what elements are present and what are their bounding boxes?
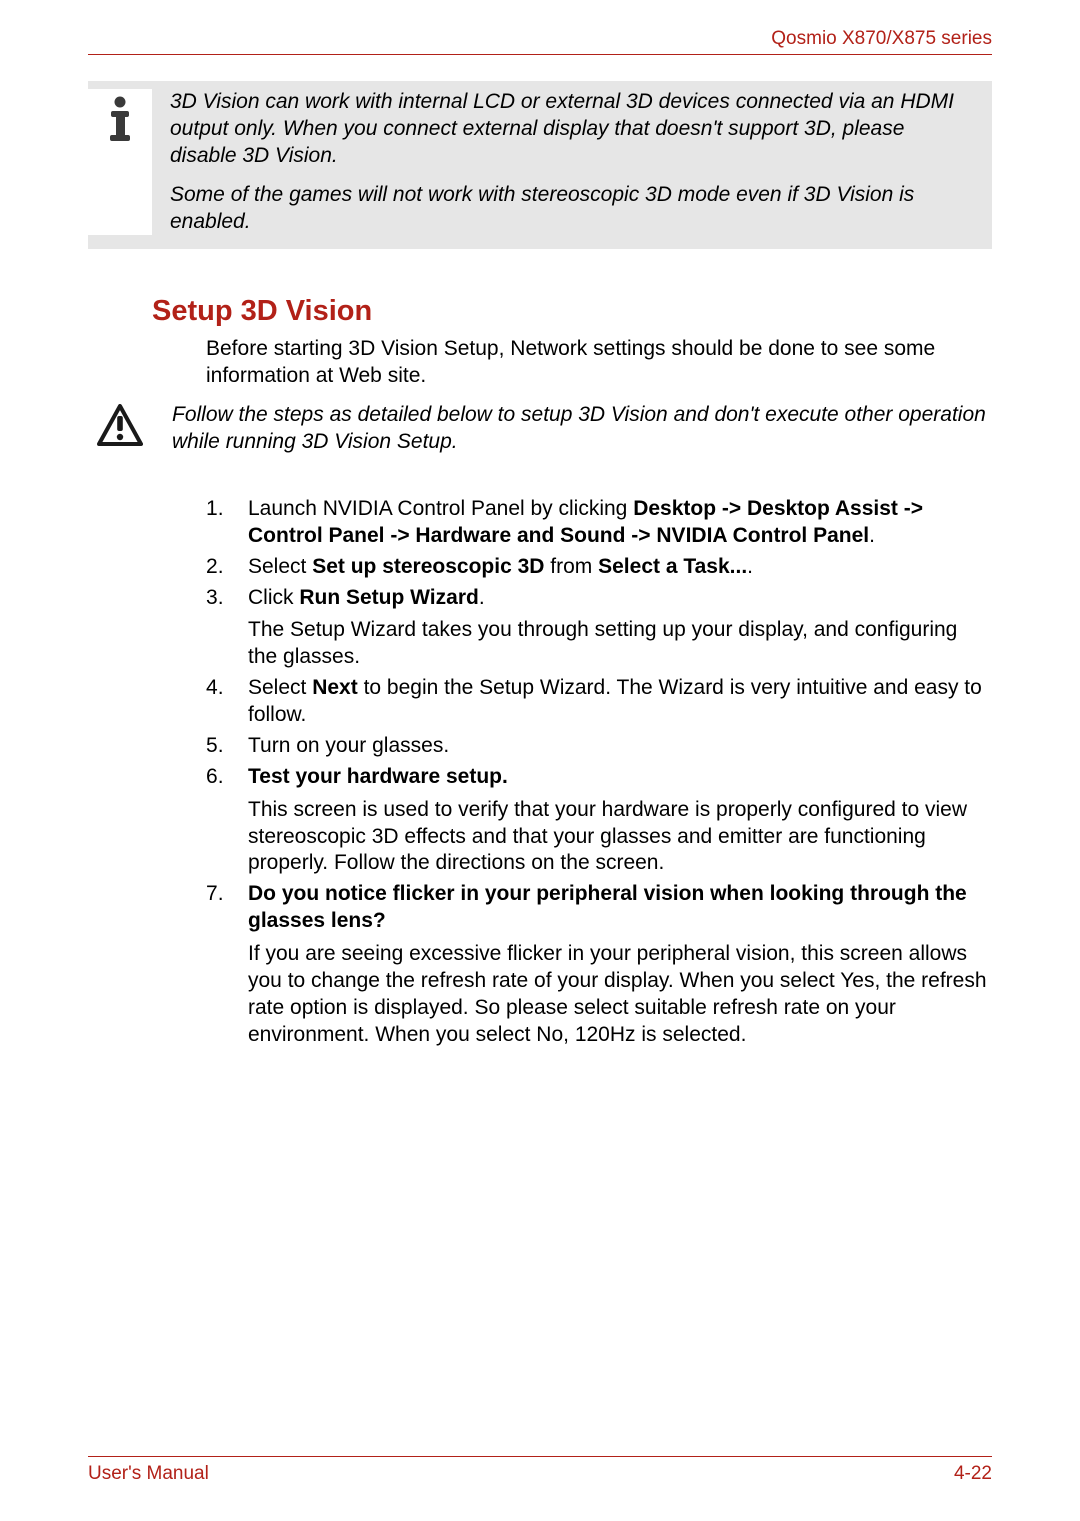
step-7-bold: Do you notice flicker in your peripheral…	[248, 882, 967, 932]
step-1-a: Launch NVIDIA Control Panel by clicking	[248, 497, 633, 520]
step-3-sub: The Setup Wizard takes you through setti…	[248, 617, 992, 671]
step-2-e: .	[747, 555, 753, 578]
note-block: 3D Vision can work with internal LCD or …	[88, 81, 992, 249]
header-rule	[88, 54, 992, 55]
step-4: Select Next to begin the Setup Wizard. T…	[206, 675, 992, 729]
step-6-sub: This screen is used to verify that your …	[248, 797, 992, 878]
step-2-c: from	[544, 555, 598, 578]
info-icon-cell	[88, 89, 152, 235]
page-footer: User's Manual 4-22	[88, 1456, 992, 1485]
step-3-a: Click	[248, 586, 299, 609]
step-4-a: Select	[248, 676, 312, 699]
step-1-c: .	[869, 524, 875, 547]
footer-left: User's Manual	[88, 1463, 209, 1485]
caution-icon-cell	[88, 402, 152, 446]
step-7: Do you notice flicker in your peripheral…	[206, 881, 992, 1048]
section-intro: Before starting 3D Vision Setup, Network…	[206, 336, 992, 390]
caution-icon	[97, 404, 143, 446]
footer-right: 4-22	[954, 1463, 992, 1485]
step-6: Test your hardware setup. This screen is…	[206, 764, 992, 878]
step-7-sub: If you are seeing excessive flicker in y…	[248, 941, 992, 1049]
info-icon	[100, 95, 140, 141]
step-3-c: .	[479, 586, 485, 609]
steps-list: Launch NVIDIA Control Panel by clicking …	[206, 496, 992, 1049]
manual-page: Qosmio X870/X875 series 3D Vision can wo…	[0, 0, 1080, 1521]
step-4-c: to begin the Setup Wizard. The Wizard is…	[248, 676, 982, 726]
step-2-a: Select	[248, 555, 312, 578]
step-2: Select Set up stereoscopic 3D from Selec…	[206, 554, 992, 581]
step-3-b: Run Setup Wizard	[299, 586, 478, 609]
footer-rule	[88, 1456, 992, 1457]
note-para-2: Some of the games will not work with ste…	[170, 182, 974, 236]
step-2-d: Select a Task...	[598, 555, 747, 578]
header-product: Qosmio X870/X875 series	[88, 28, 992, 54]
step-3: Click Run Setup Wizard. The Setup Wizard…	[206, 585, 992, 672]
step-5-text: Turn on your glasses.	[248, 734, 449, 757]
caution-block: Follow the steps as detailed below to se…	[88, 402, 992, 456]
step-1: Launch NVIDIA Control Panel by clicking …	[206, 496, 992, 550]
note-text: 3D Vision can work with internal LCD or …	[152, 89, 974, 235]
note-para-1: 3D Vision can work with internal LCD or …	[170, 89, 974, 170]
section-heading: Setup 3D Vision	[152, 295, 992, 328]
caution-text: Follow the steps as detailed below to se…	[152, 402, 992, 456]
footer-row: User's Manual 4-22	[88, 1463, 992, 1485]
step-6-bold: Test your hardware setup.	[248, 765, 508, 788]
step-2-b: Set up stereoscopic 3D	[312, 555, 544, 578]
step-5: Turn on your glasses.	[206, 733, 992, 760]
step-4-b: Next	[312, 676, 358, 699]
